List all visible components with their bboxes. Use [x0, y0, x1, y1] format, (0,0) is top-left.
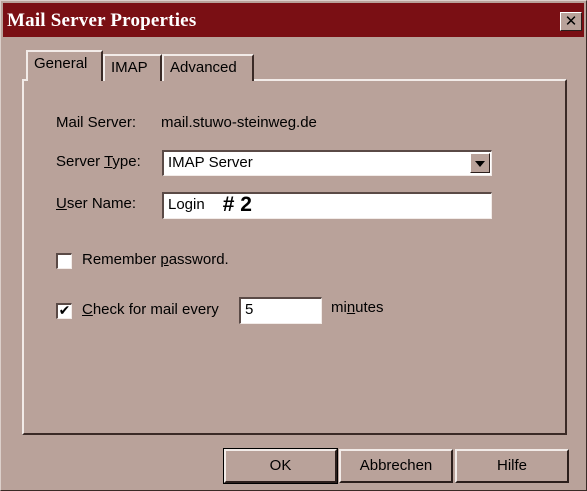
remember-password-label[interactable]: Remember password.	[82, 251, 229, 268]
user-name-value: Login	[168, 196, 205, 213]
checkmark-icon: ✔	[58, 303, 71, 319]
chevron-down-icon	[475, 161, 485, 167]
remember-password-checkbox[interactable]	[56, 253, 72, 269]
tab-general-label: General	[34, 55, 88, 72]
tab-imap[interactable]: IMAP	[103, 54, 162, 81]
tab-advanced[interactable]: Advanced	[162, 54, 254, 81]
close-icon: ✕	[564, 12, 578, 30]
user-name-annotation: # 2	[222, 193, 252, 216]
title-bar[interactable]: Mail Server Properties ✕	[3, 3, 584, 37]
ok-button-label: OK	[269, 457, 292, 474]
cancel-button-label: Abbrechen	[359, 457, 433, 474]
tab-general[interactable]: General	[26, 50, 103, 81]
server-type-value: IMAP Server	[168, 154, 253, 171]
help-button-label: Hilfe	[496, 457, 527, 474]
user-name-label: User Name:	[56, 195, 137, 212]
window-title: Mail Server Properties	[7, 10, 197, 31]
check-interval-value: 5	[245, 301, 254, 318]
help-button[interactable]: Hilfe	[455, 449, 569, 483]
server-type-select[interactable]: IMAP Server	[162, 150, 492, 176]
cancel-button[interactable]: Abbrechen	[339, 449, 453, 483]
check-mail-label[interactable]: Check for mail every	[82, 301, 219, 318]
minutes-label: minutes	[331, 299, 384, 316]
tab-advanced-label: Advanced	[170, 59, 237, 76]
dialog-window: Mail Server Properties ✕ General IMAP Ad…	[0, 0, 587, 491]
mail-server-value: mail.stuwo-steinweg.de	[161, 114, 317, 131]
user-name-input[interactable]: Login # 2	[162, 192, 492, 219]
tab-imap-label: IMAP	[111, 59, 148, 76]
server-type-label: Server Type:	[56, 153, 141, 170]
server-type-dropdown-button[interactable]	[470, 153, 490, 173]
tab-panel-general: Mail Server: mail.stuwo-steinweg.de Serv…	[22, 79, 567, 435]
mail-server-label: Mail Server:	[56, 114, 137, 131]
close-button[interactable]: ✕	[560, 12, 582, 31]
check-interval-input[interactable]: 5	[239, 297, 322, 324]
ok-button[interactable]: OK	[223, 448, 338, 484]
check-mail-checkbox[interactable]: ✔	[56, 303, 72, 319]
